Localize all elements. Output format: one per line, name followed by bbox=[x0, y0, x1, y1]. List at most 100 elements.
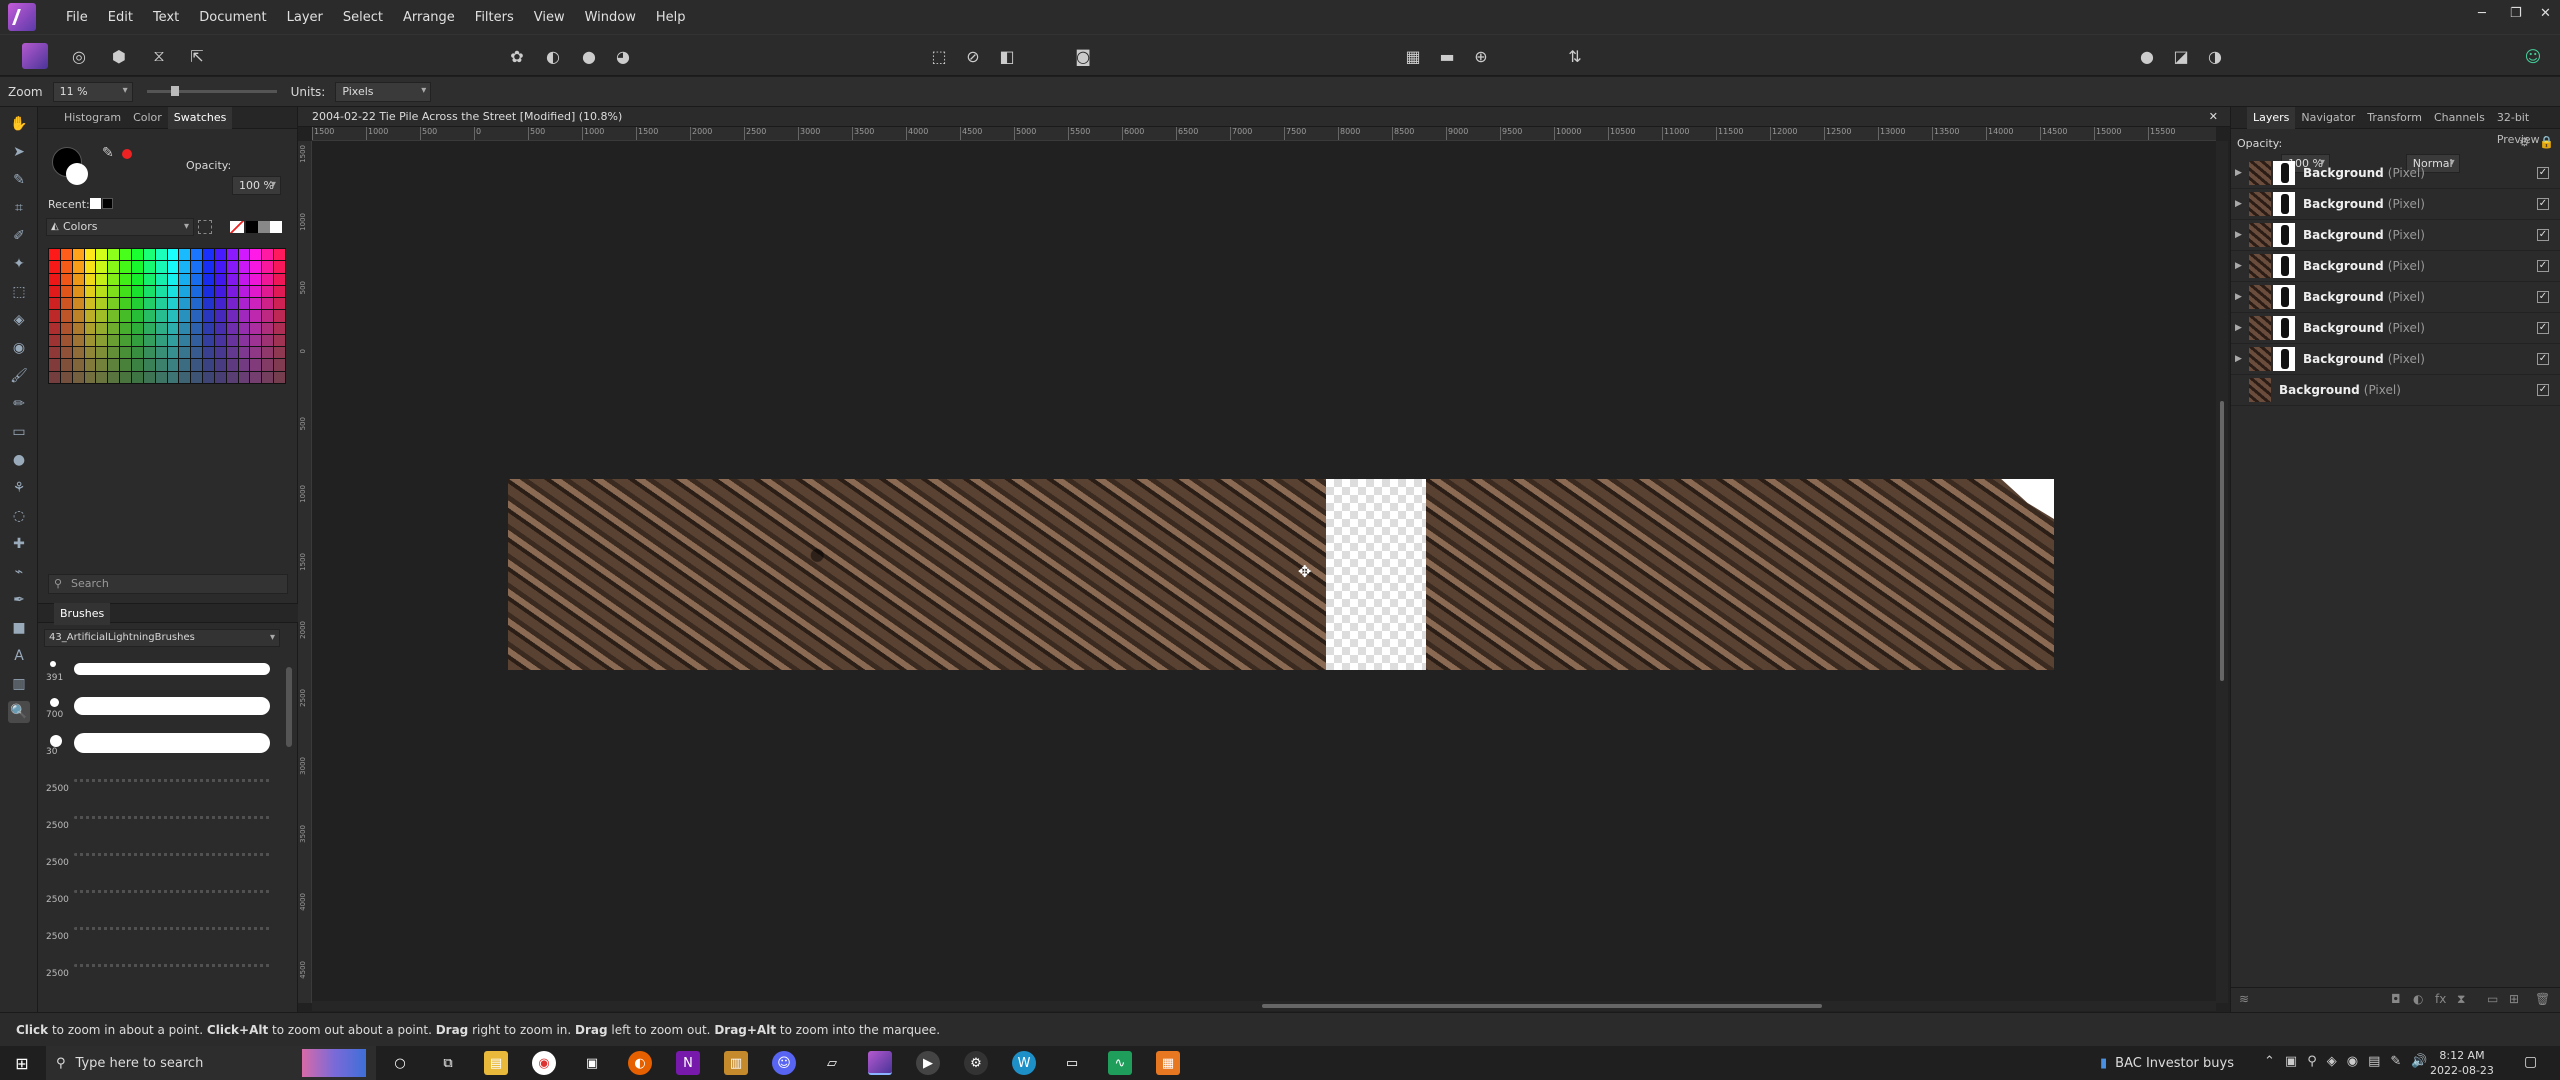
flip-icon[interactable]: ⇅ bbox=[1562, 43, 1588, 69]
color-swatch[interactable] bbox=[131, 359, 143, 371]
white-swatch[interactable] bbox=[270, 221, 282, 233]
black-swatch[interactable] bbox=[246, 221, 258, 233]
menu-edit[interactable]: Edit bbox=[98, 10, 143, 25]
layer-visibility-checkbox[interactable]: ✓ bbox=[2537, 229, 2549, 241]
fill-tool-icon[interactable]: ◈ bbox=[8, 309, 30, 331]
color-swatch[interactable] bbox=[96, 249, 108, 261]
layer-settings-icon[interactable]: ⚙ bbox=[2519, 135, 2530, 149]
group-icon[interactable]: ▭ bbox=[2487, 992, 2498, 1006]
affinity-photo-taskbar-icon[interactable] bbox=[868, 1051, 892, 1075]
tab-navigator[interactable]: Navigator bbox=[2295, 107, 2361, 129]
color-swatch[interactable] bbox=[60, 359, 72, 371]
taskbar-search-input[interactable]: ⚲ Type here to search bbox=[46, 1046, 376, 1080]
color-swatch[interactable] bbox=[214, 273, 226, 285]
color-swatch[interactable] bbox=[226, 310, 238, 322]
color-swatch[interactable] bbox=[96, 334, 108, 347]
expand-arrow-icon[interactable]: ▶ bbox=[2235, 261, 2249, 271]
close-icon[interactable]: ✕ bbox=[2540, 6, 2551, 21]
gradient-tool-icon[interactable]: ◉ bbox=[8, 337, 30, 359]
color-swatch[interactable] bbox=[238, 371, 250, 383]
chrome-icon[interactable]: ◉ bbox=[532, 1051, 556, 1075]
color-swatch[interactable] bbox=[191, 347, 203, 359]
layer-visibility-checkbox[interactable]: ✓ bbox=[2537, 322, 2549, 334]
units-dropdown[interactable]: Pixels bbox=[335, 81, 432, 102]
layer-row[interactable]: Background (Pixel) ✓ bbox=[2231, 375, 2560, 406]
color-swatch[interactable] bbox=[108, 334, 120, 347]
color-swatch[interactable] bbox=[143, 371, 155, 383]
volume-icon[interactable]: 🔊 bbox=[2411, 1054, 2427, 1069]
color-swatch[interactable] bbox=[167, 261, 179, 273]
zoom-dropdown[interactable]: 11 % bbox=[52, 81, 133, 102]
healing-tool-icon[interactable]: ✚ bbox=[8, 533, 30, 555]
tone-mapping-persona-icon[interactable]: ⧖ bbox=[146, 43, 172, 69]
color-swatch[interactable] bbox=[226, 298, 238, 310]
color-swatch[interactable] bbox=[96, 371, 108, 383]
layer-row[interactable]: ▶ Background (Pixel) ✓ bbox=[2231, 220, 2560, 251]
live-filter-icon[interactable]: ⧗ bbox=[2457, 992, 2465, 1007]
color-swatch[interactable] bbox=[155, 249, 167, 261]
view-tool-icon[interactable]: ✋ bbox=[8, 113, 30, 135]
color-swatch[interactable] bbox=[60, 322, 72, 334]
deselect-icon[interactable]: ⊘ bbox=[960, 43, 986, 69]
color-swatch[interactable] bbox=[214, 347, 226, 359]
color-swatch[interactable] bbox=[84, 273, 96, 285]
color-swatch[interactable] bbox=[120, 322, 131, 334]
color-swatch[interactable] bbox=[274, 249, 285, 261]
color-swatch[interactable] bbox=[108, 322, 120, 334]
color-swatch[interactable] bbox=[72, 285, 84, 298]
color-swatch[interactable] bbox=[120, 347, 131, 359]
menu-document[interactable]: Document bbox=[189, 10, 276, 25]
color-swatch[interactable] bbox=[72, 347, 84, 359]
color-balance-icon[interactable]: ● bbox=[576, 43, 602, 69]
color-swatch[interactable] bbox=[108, 347, 120, 359]
color-swatch[interactable] bbox=[96, 322, 108, 334]
color-swatch[interactable] bbox=[84, 322, 96, 334]
color-swatch[interactable] bbox=[72, 249, 84, 261]
monitor-app-icon[interactable]: ▭ bbox=[1060, 1051, 1084, 1075]
color-swatch[interactable] bbox=[96, 310, 108, 322]
horizontal-ruler[interactable]: 1500 1000 500 0 500 1000 1500 2000 2500 3000 3500 4… bbox=[312, 127, 2216, 141]
menu-layer[interactable]: Layer bbox=[277, 10, 333, 25]
document-tab[interactable]: 2004-02-22 Tie Pile Across the Street [M… bbox=[298, 107, 2230, 127]
color-swatch[interactable] bbox=[262, 371, 274, 383]
color-swatch[interactable] bbox=[49, 298, 60, 310]
color-swatch[interactable] bbox=[179, 249, 191, 261]
color-swatch[interactable] bbox=[214, 322, 226, 334]
color-swatch[interactable] bbox=[262, 261, 274, 273]
color-swatch[interactable] bbox=[131, 310, 143, 322]
color-swatch[interactable] bbox=[179, 371, 191, 383]
brush-category-dropdown[interactable]: 43_ArtificialLightningBrushes ▾ bbox=[44, 629, 280, 647]
brush-item[interactable]: 2500 bbox=[38, 875, 278, 911]
color-swatch[interactable] bbox=[191, 310, 203, 322]
color-swatch[interactable] bbox=[96, 261, 108, 273]
export-persona-icon[interactable]: ⇱ bbox=[184, 43, 210, 69]
share-icon[interactable]: ◑ bbox=[2202, 43, 2228, 69]
tab-brushes[interactable]: Brushes bbox=[54, 603, 111, 625]
menu-file[interactable]: File bbox=[48, 10, 98, 25]
horizontal-scrollbar[interactable] bbox=[312, 1001, 2216, 1011]
color-swatch[interactable] bbox=[84, 285, 96, 298]
color-swatch[interactable] bbox=[84, 359, 96, 371]
text-tool-icon[interactable]: A bbox=[8, 645, 30, 667]
palette-options-icon[interactable] bbox=[198, 220, 212, 234]
menu-view[interactable]: View bbox=[524, 10, 575, 25]
color-swatch[interactable] bbox=[250, 371, 262, 383]
color-swatch[interactable] bbox=[191, 298, 203, 310]
archive-app-icon[interactable]: ▥ bbox=[724, 1051, 748, 1075]
color-swatch[interactable] bbox=[203, 261, 214, 273]
color-swatch[interactable] bbox=[203, 334, 214, 347]
color-swatch[interactable] bbox=[214, 285, 226, 298]
tab-color[interactable]: Color bbox=[127, 107, 168, 129]
tab-32-bit-preview[interactable]: 32-bit Preview bbox=[2491, 107, 2560, 146]
snapping-icon[interactable]: ▦ bbox=[1400, 43, 1426, 69]
network-app-icon[interactable]: ▣ bbox=[580, 1051, 604, 1075]
color-swatch[interactable] bbox=[131, 285, 143, 298]
color-swatch[interactable] bbox=[84, 298, 96, 310]
color-swatch[interactable] bbox=[108, 285, 120, 298]
zoom-tool-icon[interactable]: 🔍 bbox=[8, 701, 30, 723]
color-swatch[interactable] bbox=[131, 249, 143, 261]
menu-select[interactable]: Select bbox=[333, 10, 393, 25]
color-swatch[interactable] bbox=[238, 249, 250, 261]
color-swatch[interactable] bbox=[120, 285, 131, 298]
color-swatch[interactable] bbox=[238, 298, 250, 310]
